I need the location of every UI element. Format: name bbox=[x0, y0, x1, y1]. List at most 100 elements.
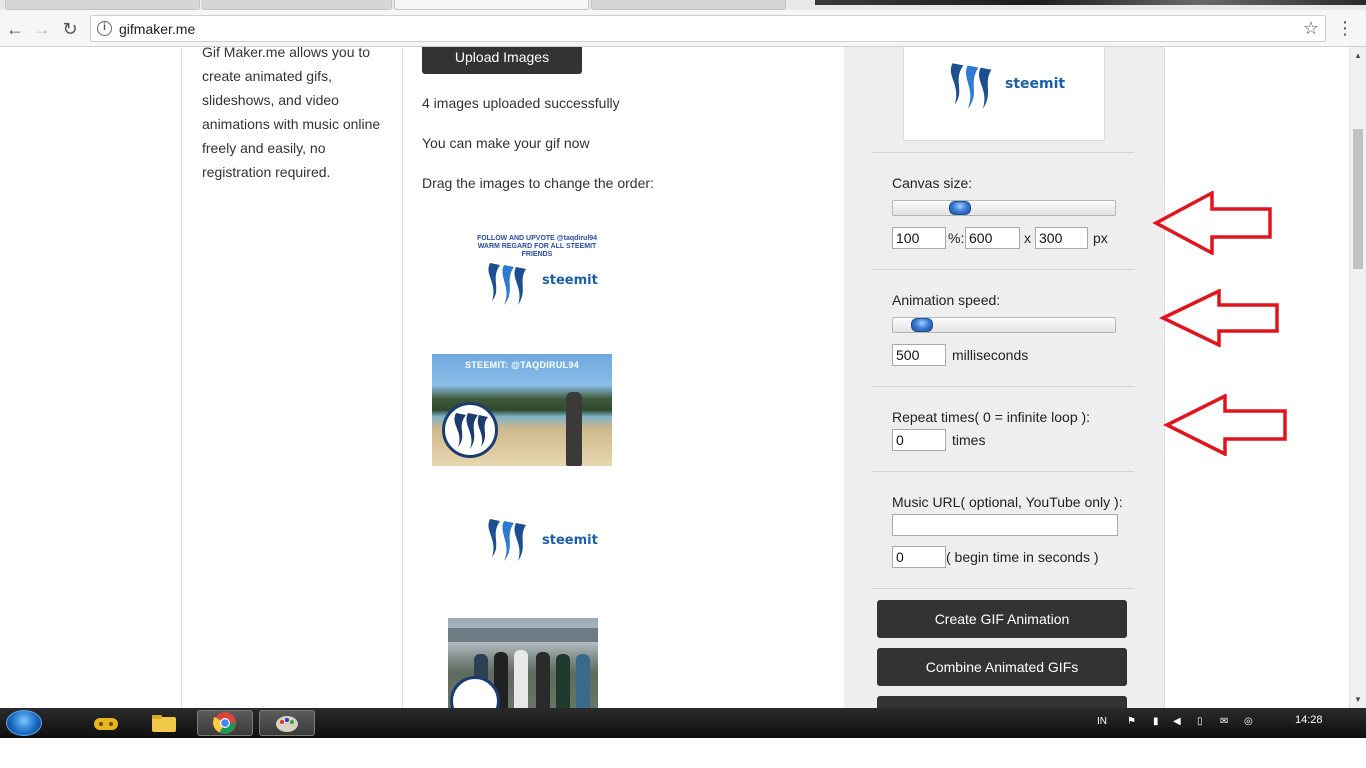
create-gif-button[interactable]: Create GIF Animation bbox=[877, 600, 1127, 638]
percent-label: %: bbox=[948, 230, 965, 246]
chrome-icon bbox=[213, 712, 236, 734]
power-icon[interactable]: ▯ bbox=[1197, 716, 1203, 727]
network-icon[interactable]: ▮ bbox=[1153, 716, 1159, 727]
left-sidebar: Gif Maker.me allows you to create animat… bbox=[182, 47, 403, 708]
vertical-scrollbar[interactable]: ▲ ▼ bbox=[1349, 47, 1366, 708]
steemit-logo-icon bbox=[454, 413, 488, 449]
scroll-up-icon[interactable]: ▲ bbox=[1354, 51, 1362, 60]
red-arrow-icon bbox=[1163, 394, 1287, 456]
tab-strip-background bbox=[815, 0, 1366, 5]
music-url-input[interactable] bbox=[892, 514, 1118, 536]
tab-strip bbox=[0, 0, 1366, 10]
steemit-logo-icon bbox=[950, 63, 992, 109]
animation-speed-label: Animation speed: bbox=[892, 292, 1001, 308]
person-silhouette bbox=[514, 650, 528, 708]
info-icon[interactable]: i bbox=[97, 21, 112, 36]
back-arrow-icon: ← bbox=[6, 18, 24, 39]
person-silhouette bbox=[576, 654, 590, 708]
sync-icon[interactable]: ◎ bbox=[1244, 716, 1253, 727]
upload-area: Upload Images 4 images uploaded successf… bbox=[404, 47, 844, 708]
gamepad-icon bbox=[94, 718, 118, 730]
steemit-wordmark: steemit bbox=[1005, 76, 1066, 92]
forward-button[interactable]: → bbox=[31, 18, 53, 40]
steemit-badge-icon bbox=[450, 676, 500, 708]
upload-status: 4 images uploaded successfully bbox=[422, 95, 620, 111]
thumbnail-caption: STEEMIT: @TAQDIRUL94 bbox=[464, 360, 580, 370]
ready-status: You can make your gif now bbox=[422, 135, 590, 151]
slider-handle[interactable] bbox=[949, 201, 971, 215]
intro-text: Gif Maker.me allows you to create animat… bbox=[202, 47, 381, 180]
section-divider bbox=[872, 269, 1134, 270]
steemit-logo-icon bbox=[488, 519, 526, 561]
address-url[interactable]: gifmaker.me bbox=[119, 21, 195, 37]
page-viewport: Gif Maker.me allows you to create animat… bbox=[0, 47, 1349, 708]
canvas-width-input[interactable]: 600 bbox=[965, 227, 1020, 249]
browser-menu-icon[interactable]: ⋮ bbox=[1336, 18, 1354, 38]
language-indicator[interactable]: IN bbox=[1097, 716, 1107, 727]
canvas-size-label: Canvas size: bbox=[892, 175, 973, 191]
canvas-percent-input[interactable]: 100 bbox=[892, 227, 946, 249]
canvas-height-input[interactable]: 300 bbox=[1035, 227, 1088, 249]
combine-gifs-button[interactable]: Combine Animated GIFs bbox=[877, 648, 1127, 686]
section-divider bbox=[872, 588, 1134, 589]
repeat-times-label: Repeat times( 0 = infinite loop ): bbox=[892, 409, 1091, 425]
volume-icon[interactable]: ◀ bbox=[1173, 716, 1181, 727]
bookmark-star-icon[interactable]: ☆ bbox=[1303, 18, 1319, 39]
begin-time-input[interactable]: 0 bbox=[892, 546, 946, 568]
section-divider bbox=[872, 152, 1134, 153]
steemit-badge-icon bbox=[442, 402, 498, 458]
animation-speed-input[interactable]: 500 bbox=[892, 344, 946, 366]
building-roof bbox=[448, 628, 598, 642]
image-thumbnail[interactable] bbox=[448, 618, 598, 708]
times-label: x bbox=[1024, 230, 1031, 246]
image-thumbnail[interactable]: FOLLOW AND UPVOTE @taqdirul94 WARM REGAR… bbox=[442, 227, 622, 317]
flag-icon[interactable]: ⚑ bbox=[1127, 716, 1136, 727]
clock[interactable]: 14:28 bbox=[1295, 714, 1323, 726]
animation-speed-slider[interactable] bbox=[892, 317, 1116, 333]
reload-icon: ↻ bbox=[62, 18, 78, 39]
canvas-size-slider[interactable] bbox=[892, 200, 1116, 216]
scrollbar-thumb[interactable] bbox=[1353, 129, 1363, 269]
taskbar-app-game[interactable] bbox=[78, 710, 134, 736]
person-silhouette bbox=[556, 654, 570, 708]
taskbar-app-chrome[interactable] bbox=[197, 710, 253, 736]
image-thumbnail[interactable]: steemit bbox=[442, 495, 622, 585]
more-options-button[interactable] bbox=[877, 696, 1127, 708]
browser-toolbar: ← → ↻ i gifmaker.me ☆ ⋮ bbox=[0, 10, 1366, 47]
image-thumbnail[interactable]: STEEMIT: @TAQDIRUL94 bbox=[432, 354, 612, 466]
taskbar-app-explorer[interactable] bbox=[136, 710, 192, 736]
red-arrow-icon bbox=[1159, 289, 1279, 347]
mail-icon[interactable]: ✉ bbox=[1220, 716, 1228, 727]
section-divider bbox=[872, 471, 1134, 472]
times-unit-label: times bbox=[952, 432, 986, 448]
repeat-times-input[interactable]: 0 bbox=[892, 429, 946, 451]
px-label: px bbox=[1093, 230, 1108, 246]
settings-panel: steemit Canvas size: 100 %: 600 x 300 px… bbox=[844, 47, 1164, 708]
thumbnail-caption: FOLLOW AND UPVOTE @taqdirul94 WARM REGAR… bbox=[476, 235, 598, 258]
forward-arrow-icon: → bbox=[33, 18, 51, 39]
reload-button[interactable]: ↻ bbox=[59, 18, 81, 40]
music-url-label: Music URL( optional, YouTube only ): bbox=[892, 494, 1123, 510]
paint-palette-icon bbox=[276, 716, 298, 732]
tab[interactable] bbox=[591, 0, 786, 10]
slider-handle[interactable] bbox=[911, 318, 933, 332]
back-button[interactable]: ← bbox=[4, 18, 26, 40]
page-container: Gif Maker.me allows you to create animat… bbox=[181, 47, 1165, 708]
screen-bottom-margin bbox=[0, 738, 1366, 768]
section-divider bbox=[872, 386, 1134, 387]
steemit-logo-icon bbox=[488, 263, 526, 305]
scroll-down-icon[interactable]: ▼ bbox=[1354, 695, 1362, 704]
steemit-logo-preview: steemit bbox=[903, 47, 1105, 141]
begin-time-label: ( begin time in seconds ) bbox=[946, 549, 1099, 565]
start-button[interactable] bbox=[6, 710, 42, 736]
upload-images-button[interactable]: Upload Images bbox=[422, 47, 582, 74]
taskbar-app-paint[interactable] bbox=[259, 710, 315, 736]
address-bar[interactable]: i gifmaker.me ☆ bbox=[90, 15, 1326, 42]
tab-active[interactable] bbox=[394, 0, 589, 10]
person-silhouette bbox=[536, 652, 550, 708]
drag-hint: Drag the images to change the order: bbox=[422, 175, 654, 191]
folder-icon bbox=[152, 715, 176, 732]
tab[interactable] bbox=[5, 0, 200, 10]
tab[interactable] bbox=[202, 0, 392, 10]
steemit-wordmark: steemit bbox=[542, 533, 598, 548]
